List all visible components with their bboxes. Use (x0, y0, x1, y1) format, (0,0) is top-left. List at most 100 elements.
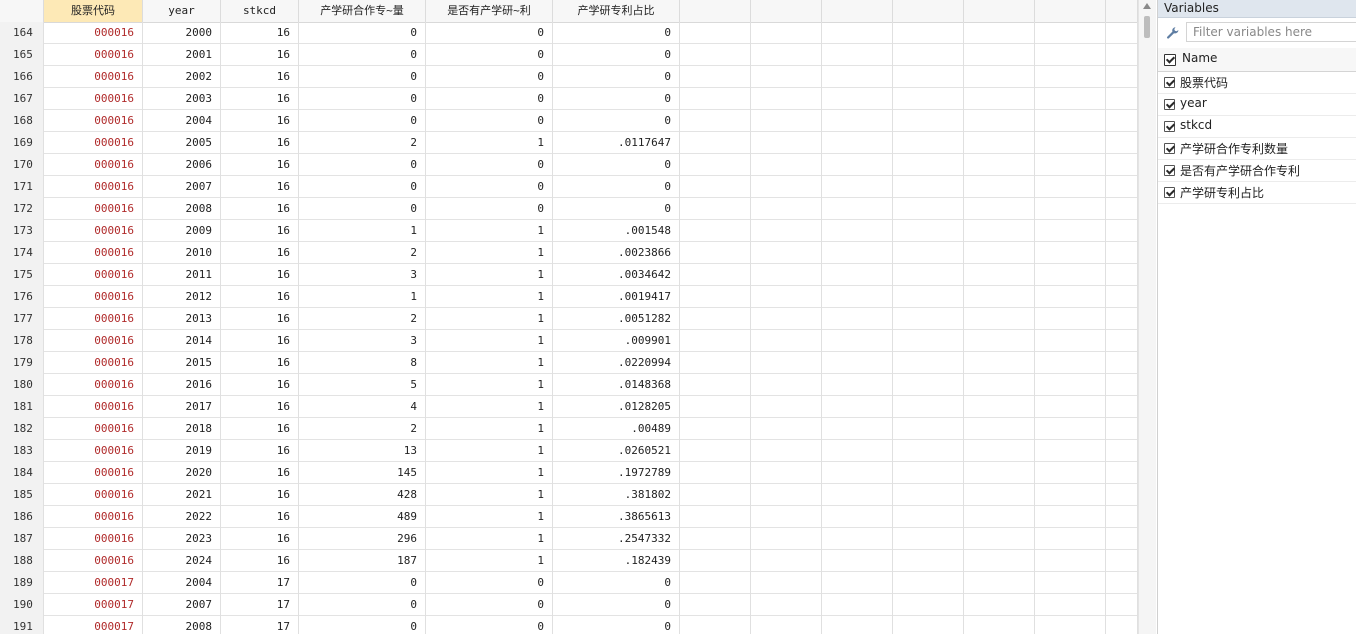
empty-cell[interactable] (1035, 110, 1106, 132)
empty-cell[interactable] (893, 484, 964, 506)
empty-cell[interactable] (964, 22, 1035, 44)
empty-cell[interactable] (893, 506, 964, 528)
empty-cell[interactable] (1106, 396, 1138, 418)
cell-stock-code[interactable]: 000017 (44, 572, 143, 594)
cell-stock-code[interactable]: 000016 (44, 198, 143, 220)
empty-cell[interactable] (964, 88, 1035, 110)
empty-cell[interactable] (751, 88, 822, 110)
cell-stkcd[interactable]: 16 (221, 132, 299, 154)
row-number[interactable]: 188 (0, 550, 44, 572)
cell-has-patent[interactable]: 0 (426, 594, 553, 616)
empty-cell[interactable] (822, 110, 893, 132)
empty-cell[interactable] (893, 110, 964, 132)
scrollbar-thumb[interactable] (1144, 16, 1150, 38)
cell-has-patent[interactable]: 0 (426, 110, 553, 132)
empty-cell[interactable] (751, 286, 822, 308)
empty-cell[interactable] (751, 44, 822, 66)
empty-cell[interactable] (680, 506, 751, 528)
cell-stkcd[interactable]: 16 (221, 220, 299, 242)
cell-year[interactable]: 2022 (143, 506, 221, 528)
cell-patent-share[interactable]: 0 (553, 198, 680, 220)
cell-has-patent[interactable]: 1 (426, 286, 553, 308)
cell-stock-code[interactable]: 000016 (44, 264, 143, 286)
empty-cell[interactable] (751, 484, 822, 506)
row-number[interactable]: 178 (0, 330, 44, 352)
empty-cell[interactable] (1035, 418, 1106, 440)
empty-cell[interactable] (822, 528, 893, 550)
empty-cell[interactable] (1106, 418, 1138, 440)
empty-cell[interactable] (822, 550, 893, 572)
empty-cell[interactable] (1035, 132, 1106, 154)
empty-cell[interactable] (1106, 286, 1138, 308)
empty-cell[interactable] (751, 154, 822, 176)
cell-patent-share[interactable]: .00489 (553, 418, 680, 440)
column-header-empty[interactable] (964, 0, 1035, 22)
table-row[interactable]: 190 000017 2007 17 0 0 0 (0, 594, 1138, 616)
column-header-patent-share[interactable]: 产学研专利占比 (553, 0, 680, 22)
empty-cell[interactable] (893, 308, 964, 330)
empty-cell[interactable] (751, 308, 822, 330)
empty-cell[interactable] (964, 484, 1035, 506)
empty-cell[interactable] (822, 264, 893, 286)
column-header-patent-count[interactable]: 产学研合作专~量 (299, 0, 426, 22)
empty-cell[interactable] (680, 220, 751, 242)
row-number[interactable]: 183 (0, 440, 44, 462)
cell-year[interactable]: 2001 (143, 44, 221, 66)
select-all-checkbox[interactable] (1164, 54, 1176, 66)
empty-cell[interactable] (1106, 484, 1138, 506)
cell-stock-code[interactable]: 000016 (44, 550, 143, 572)
empty-cell[interactable] (751, 330, 822, 352)
column-header-stock-code[interactable]: 股票代码 (44, 0, 143, 22)
cell-patent-share[interactable]: .381802 (553, 484, 680, 506)
table-row[interactable]: 164 000016 2000 16 0 0 0 (0, 22, 1138, 44)
cell-patent-count[interactable]: 0 (299, 616, 426, 634)
cell-has-patent[interactable]: 1 (426, 550, 553, 572)
variable-list-item[interactable]: 股票代码 (1158, 71, 1356, 94)
cell-patent-count[interactable]: 0 (299, 154, 426, 176)
empty-cell[interactable] (751, 418, 822, 440)
cell-year[interactable]: 2019 (143, 440, 221, 462)
empty-cell[interactable] (1106, 374, 1138, 396)
empty-cell[interactable] (1035, 308, 1106, 330)
empty-cell[interactable] (1106, 550, 1138, 572)
cell-stkcd[interactable]: 16 (221, 308, 299, 330)
empty-cell[interactable] (680, 176, 751, 198)
cell-stock-code[interactable]: 000016 (44, 286, 143, 308)
empty-cell[interactable] (680, 352, 751, 374)
empty-cell[interactable] (680, 110, 751, 132)
cell-year[interactable]: 2018 (143, 418, 221, 440)
row-number[interactable]: 165 (0, 44, 44, 66)
cell-has-patent[interactable]: 1 (426, 352, 553, 374)
cell-patent-count[interactable]: 187 (299, 550, 426, 572)
cell-stock-code[interactable]: 000017 (44, 594, 143, 616)
empty-cell[interactable] (1106, 616, 1138, 634)
empty-cell[interactable] (822, 154, 893, 176)
empty-cell[interactable] (751, 176, 822, 198)
empty-cell[interactable] (822, 308, 893, 330)
empty-cell[interactable] (893, 616, 964, 634)
table-row[interactable]: 165 000016 2001 16 0 0 0 (0, 44, 1138, 66)
empty-cell[interactable] (1035, 462, 1106, 484)
table-row[interactable]: 185 000016 2021 16 428 1.381802 (0, 484, 1138, 506)
empty-cell[interactable] (1035, 198, 1106, 220)
table-row[interactable]: 177 000016 2013 16 2 1.0051282 (0, 308, 1138, 330)
cell-patent-count[interactable]: 0 (299, 594, 426, 616)
empty-cell[interactable] (751, 550, 822, 572)
cell-patent-count[interactable]: 2 (299, 308, 426, 330)
cell-stkcd[interactable]: 16 (221, 286, 299, 308)
cell-stock-code[interactable]: 000016 (44, 110, 143, 132)
cell-stkcd[interactable]: 16 (221, 506, 299, 528)
data-grid[interactable]: 股票代码 year stkcd 产学研合作专~量 是否有产学研~利 产学研专利占… (0, 0, 1138, 634)
row-number[interactable]: 166 (0, 66, 44, 88)
cell-has-patent[interactable]: 0 (426, 616, 553, 634)
cell-stkcd[interactable]: 16 (221, 44, 299, 66)
cell-patent-share[interactable]: 0 (553, 110, 680, 132)
empty-cell[interactable] (680, 242, 751, 264)
cell-year[interactable]: 2020 (143, 462, 221, 484)
empty-cell[interactable] (1106, 154, 1138, 176)
wrench-icon[interactable] (1166, 26, 1180, 40)
cell-patent-share[interactable]: .3865613 (553, 506, 680, 528)
cell-patent-share[interactable]: 0 (553, 88, 680, 110)
cell-patent-count[interactable]: 296 (299, 528, 426, 550)
empty-cell[interactable] (822, 484, 893, 506)
